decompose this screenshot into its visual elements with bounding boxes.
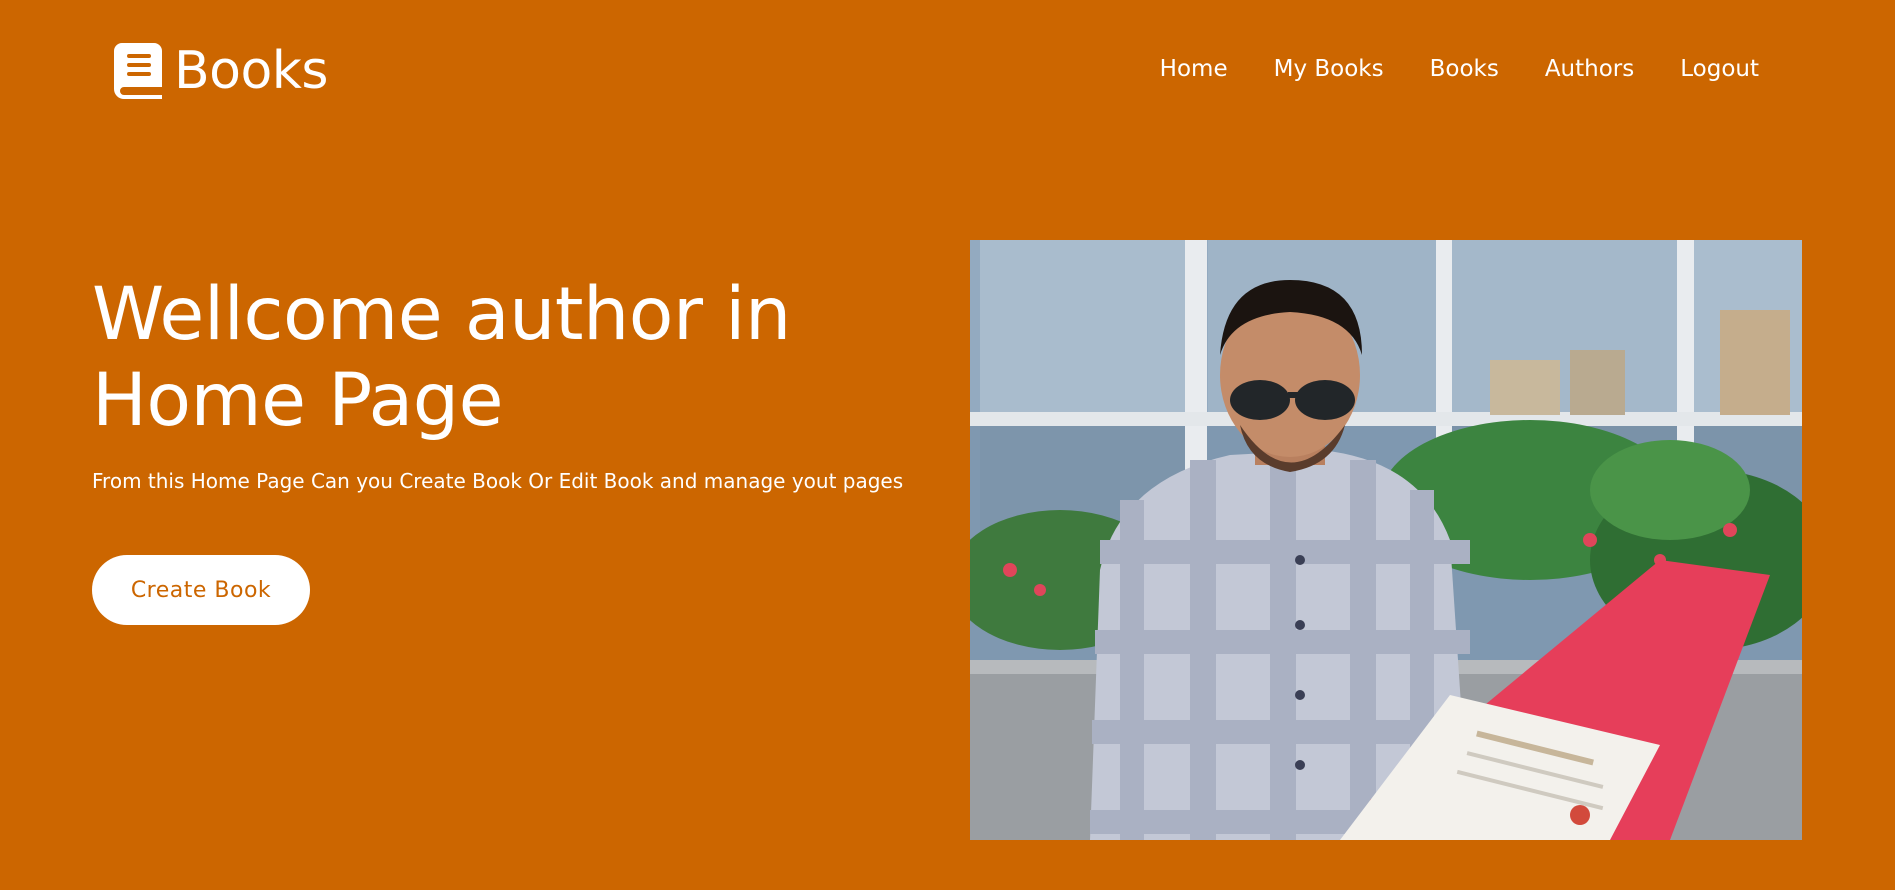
create-book-button[interactable]: Create Book — [92, 555, 310, 625]
hero-title: Wellcome author in Home Page — [92, 272, 791, 443]
hero-photo — [970, 240, 1802, 840]
home-page: Books Home My Books Books Authors Logout… — [0, 0, 1895, 890]
hero-subtitle: From this Home Page Can you Create Book … — [92, 469, 904, 493]
author-photo-illustration — [970, 240, 1802, 840]
book-icon — [114, 43, 162, 99]
main-nav: Home My Books Books Authors Logout — [1160, 52, 1759, 86]
nav-link-logout[interactable]: Logout — [1680, 52, 1759, 86]
nav-link-books[interactable]: Books — [1430, 52, 1499, 86]
nav-link-my-books[interactable]: My Books — [1274, 52, 1384, 86]
nav-link-home[interactable]: Home — [1160, 52, 1228, 86]
nav-link-authors[interactable]: Authors — [1545, 52, 1634, 86]
brand-name: Books — [174, 41, 329, 101]
brand-logo-link[interactable]: Books — [114, 40, 329, 102]
